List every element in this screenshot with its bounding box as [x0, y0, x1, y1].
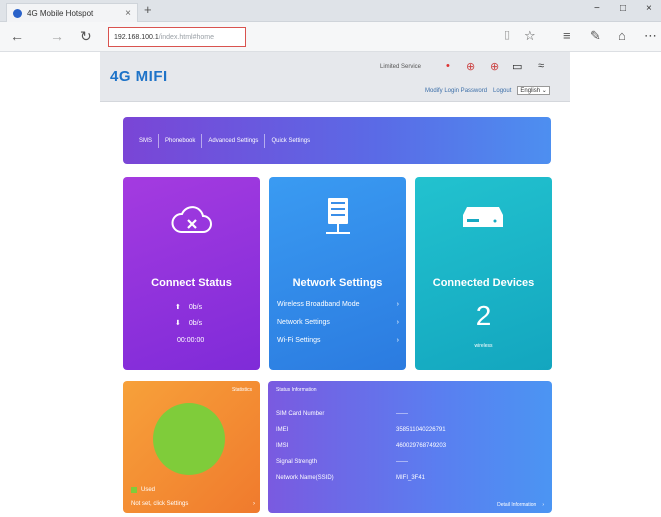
nav-sms[interactable]: SMS: [133, 133, 160, 148]
arrow-down-icon: ⬇: [175, 320, 181, 327]
network-status-text: Limited Service: [380, 64, 422, 70]
status-heading: Status Information: [276, 387, 317, 393]
tab-title: 4G Mobile Hotspot: [27, 8, 94, 18]
status-key: IMEI: [276, 427, 289, 433]
battery-icon: ▭: [512, 61, 523, 73]
status-row: IMSI 460029768749203: [276, 443, 446, 449]
download-rate-value: 0b/s: [188, 319, 203, 327]
forward-icon[interactable]: →: [50, 28, 64, 44]
chevron-right-icon: ›: [542, 502, 544, 508]
connect-status-title: Connect Status: [151, 277, 232, 289]
url-host: 192.168.100.1: [114, 33, 159, 41]
nav-link-label: Wi-Fi Settings: [277, 337, 321, 344]
maximize-icon[interactable]: □: [620, 3, 626, 14]
reading-view-icon[interactable]: ▯: [504, 28, 510, 41]
network-settings-title: Network Settings: [292, 277, 383, 289]
device-type-label: wireless: [474, 343, 493, 349]
connected-devices-title: Connected Devices: [432, 277, 535, 289]
status-value: ——: [396, 411, 408, 417]
more-icon[interactable]: ⋯: [644, 28, 657, 44]
language-value: English: [520, 88, 541, 94]
status-row: Network Name(SSID) MIFI_3F41: [276, 475, 425, 481]
status-row: IMEI 358511040226791: [276, 427, 446, 433]
refresh-icon[interactable]: ↻: [80, 28, 92, 45]
chevron-right-icon: ›: [396, 301, 399, 308]
chevron-right-icon: ›: [396, 319, 399, 326]
tab-close-icon[interactable]: ×: [125, 8, 131, 19]
connection-duration: 00:00:00: [177, 337, 205, 344]
status-information-card: Status Information SIM Card Number —— IM…: [268, 381, 552, 513]
wireless-broadband-mode-link[interactable]: Wireless Broadband Mode ›: [277, 301, 399, 308]
detail-label: Detail Information: [497, 502, 537, 508]
cloud-disconnected-icon: [171, 206, 212, 233]
status-key: Network Name(SSID): [276, 475, 334, 481]
minimize-icon[interactable]: −: [594, 3, 600, 14]
data-limit-settings-link[interactable]: Not set, click Settings ›: [131, 501, 255, 507]
share-icon[interactable]: ⌂: [618, 28, 626, 43]
used-label: Used: [141, 487, 156, 493]
favicon-icon: [13, 8, 22, 18]
network-settings-link[interactable]: Network Settings ›: [277, 319, 399, 326]
status-key: SIM Card Number: [276, 411, 325, 417]
statistics-card: Statistics Used Not set, click Settings …: [123, 381, 260, 513]
chevron-right-icon: ›: [253, 501, 255, 507]
status-key: Signal Strength: [276, 459, 318, 465]
status-row: Signal Strength ——: [276, 459, 408, 465]
header-links: Modify Login Password Logout English ⌄: [425, 86, 550, 95]
status-value: 460029768749203: [396, 443, 447, 449]
language-select[interactable]: English ⌄: [517, 86, 550, 95]
nav-phonebook[interactable]: Phonebook: [159, 133, 203, 148]
web-note-icon[interactable]: ✎: [590, 28, 601, 44]
router-header: 4G MIFI Limited Service • ⊕ ⊕ ▭ ≈ Modify…: [100, 52, 570, 102]
connect-status-card[interactable]: Connect Status ⬆ 0b/s ⬇ 0b/s 00:00:00: [123, 177, 260, 370]
nav-link-label: Wireless Broadband Mode: [277, 301, 360, 308]
wifi-icon: ≈: [538, 60, 545, 72]
logout-link[interactable]: Logout: [493, 88, 511, 94]
upload-rate: ⬆ 0b/s: [175, 303, 203, 312]
window-close-icon[interactable]: ×: [646, 3, 652, 14]
status-row: SIM Card Number ——: [276, 411, 408, 417]
roaming-icon: ⊕: [490, 61, 500, 73]
nav-link-label: Network Settings: [277, 319, 330, 326]
url-field[interactable]: 192.168.100.1/index.html#home: [108, 27, 246, 47]
logo: 4G MIFI: [110, 68, 168, 85]
arrow-up-icon: ⬆: [175, 304, 181, 311]
server-icon: [326, 198, 350, 234]
browser-tab-bar: 4G Mobile Hotspot × + − □ ×: [0, 0, 661, 22]
statistics-label: Statistics: [231, 387, 252, 393]
wifi-settings-link[interactable]: Wi-Fi Settings ›: [277, 337, 399, 344]
status-key: IMSI: [276, 443, 289, 449]
url-path: /index.html#home: [158, 33, 215, 41]
modify-password-link[interactable]: Modify Login Password: [425, 88, 487, 94]
connected-devices-card[interactable]: Connected Devices 2 wireless: [415, 177, 552, 370]
network-settings-card: Network Settings Wireless Broadband Mode…: [269, 177, 406, 370]
main-nav: SMS Phonebook Advanced Settings Quick Se…: [123, 117, 551, 164]
upload-rate-value: 0b/s: [188, 303, 203, 311]
used-swatch: [131, 487, 137, 493]
chevron-right-icon: ›: [396, 337, 399, 344]
alert-icon: •: [446, 60, 450, 72]
status-value: MIFI_3F41: [396, 475, 426, 481]
not-set-text: Not set, click Settings: [131, 501, 189, 507]
nav-quick-settings[interactable]: Quick Settings: [265, 134, 316, 148]
new-tab-icon[interactable]: +: [144, 2, 152, 17]
legend-used: Used: [131, 487, 155, 493]
usage-pie-chart: [153, 403, 225, 475]
back-icon[interactable]: ←: [10, 28, 24, 44]
address-bar-row: ← → ↻ 192.168.100.1/index.html#home ▯ ☆ …: [0, 22, 661, 52]
browser-tab[interactable]: 4G Mobile Hotspot ×: [6, 3, 138, 22]
hub-icon[interactable]: ≡: [563, 28, 571, 43]
device-count: 2: [475, 300, 492, 331]
router-device-icon: [463, 207, 503, 227]
globe-icon: ⊕: [466, 61, 476, 73]
status-value: 358511040226791: [396, 427, 446, 433]
nav-advanced-settings[interactable]: Advanced Settings: [202, 133, 266, 148]
download-rate: ⬇ 0b/s: [175, 319, 203, 328]
detail-information-link[interactable]: Detail Information ›: [497, 502, 544, 508]
favorites-star-icon[interactable]: ☆: [524, 28, 536, 44]
status-value: ——: [396, 459, 408, 465]
